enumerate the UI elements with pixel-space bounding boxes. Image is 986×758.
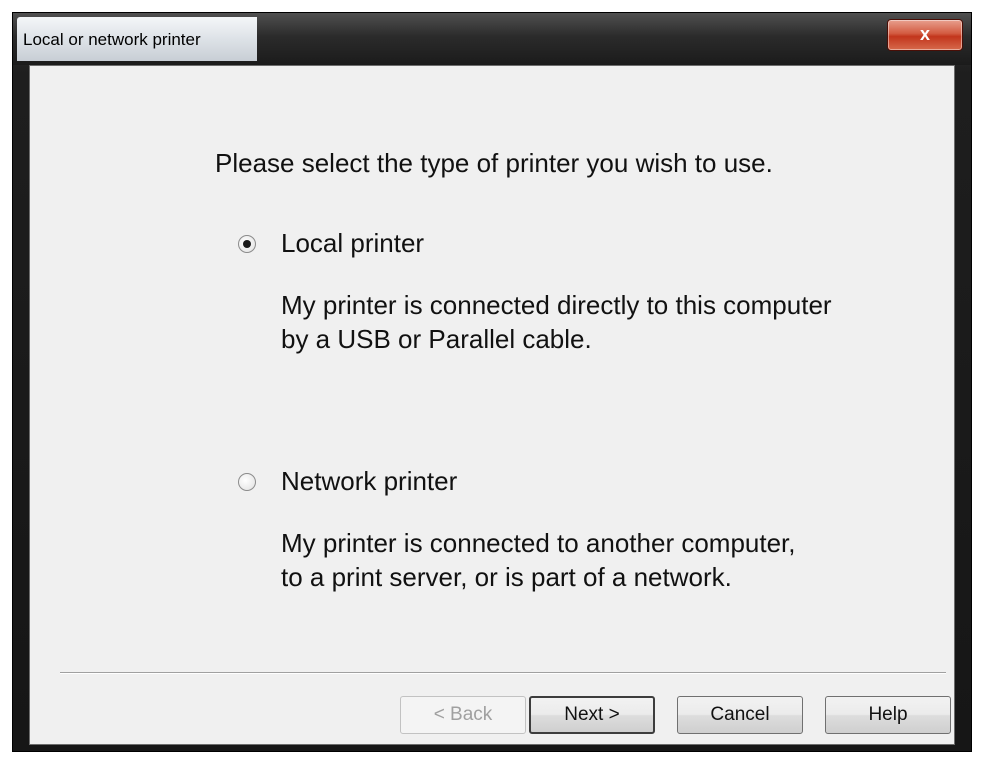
separator	[60, 672, 946, 674]
next-button[interactable]: Next >	[529, 696, 655, 734]
title-area: Local or network printer	[17, 17, 257, 61]
local-printer-description: My printer is connected directly to this…	[281, 288, 832, 356]
prompt-text: Please select the type of printer you wi…	[215, 148, 773, 178]
network-printer-label: Network printer	[281, 466, 458, 496]
close-icon: x	[919, 24, 930, 44]
local-printer-desc-line2: by a USB or Parallel cable.	[281, 324, 592, 354]
network-printer-radio[interactable]	[238, 472, 256, 491]
help-button[interactable]: Help	[825, 696, 951, 734]
network-printer-option[interactable]: Network printer	[238, 466, 457, 497]
local-printer-radio[interactable]	[238, 234, 256, 253]
local-printer-label: Local printer	[281, 228, 425, 258]
local-printer-desc-line1: My printer is connected directly to this…	[281, 290, 832, 320]
close-button[interactable]: x	[887, 19, 963, 51]
network-printer-desc-line2: to a print server, or is part of a netwo…	[281, 562, 732, 592]
dialog-body: Please select the type of printer you wi…	[29, 65, 955, 745]
local-printer-option[interactable]: Local printer	[238, 228, 424, 259]
network-printer-desc-line1: My printer is connected to another compu…	[281, 528, 796, 558]
title-bar[interactable]: Local or network printer x	[13, 13, 971, 65]
back-button[interactable]: < Back	[400, 696, 526, 734]
dialog-window: Local or network printer x Please select…	[12, 12, 972, 752]
cancel-button[interactable]: Cancel	[677, 696, 803, 734]
window-title: Local or network printer	[23, 30, 201, 49]
network-printer-description: My printer is connected to another compu…	[281, 526, 796, 594]
